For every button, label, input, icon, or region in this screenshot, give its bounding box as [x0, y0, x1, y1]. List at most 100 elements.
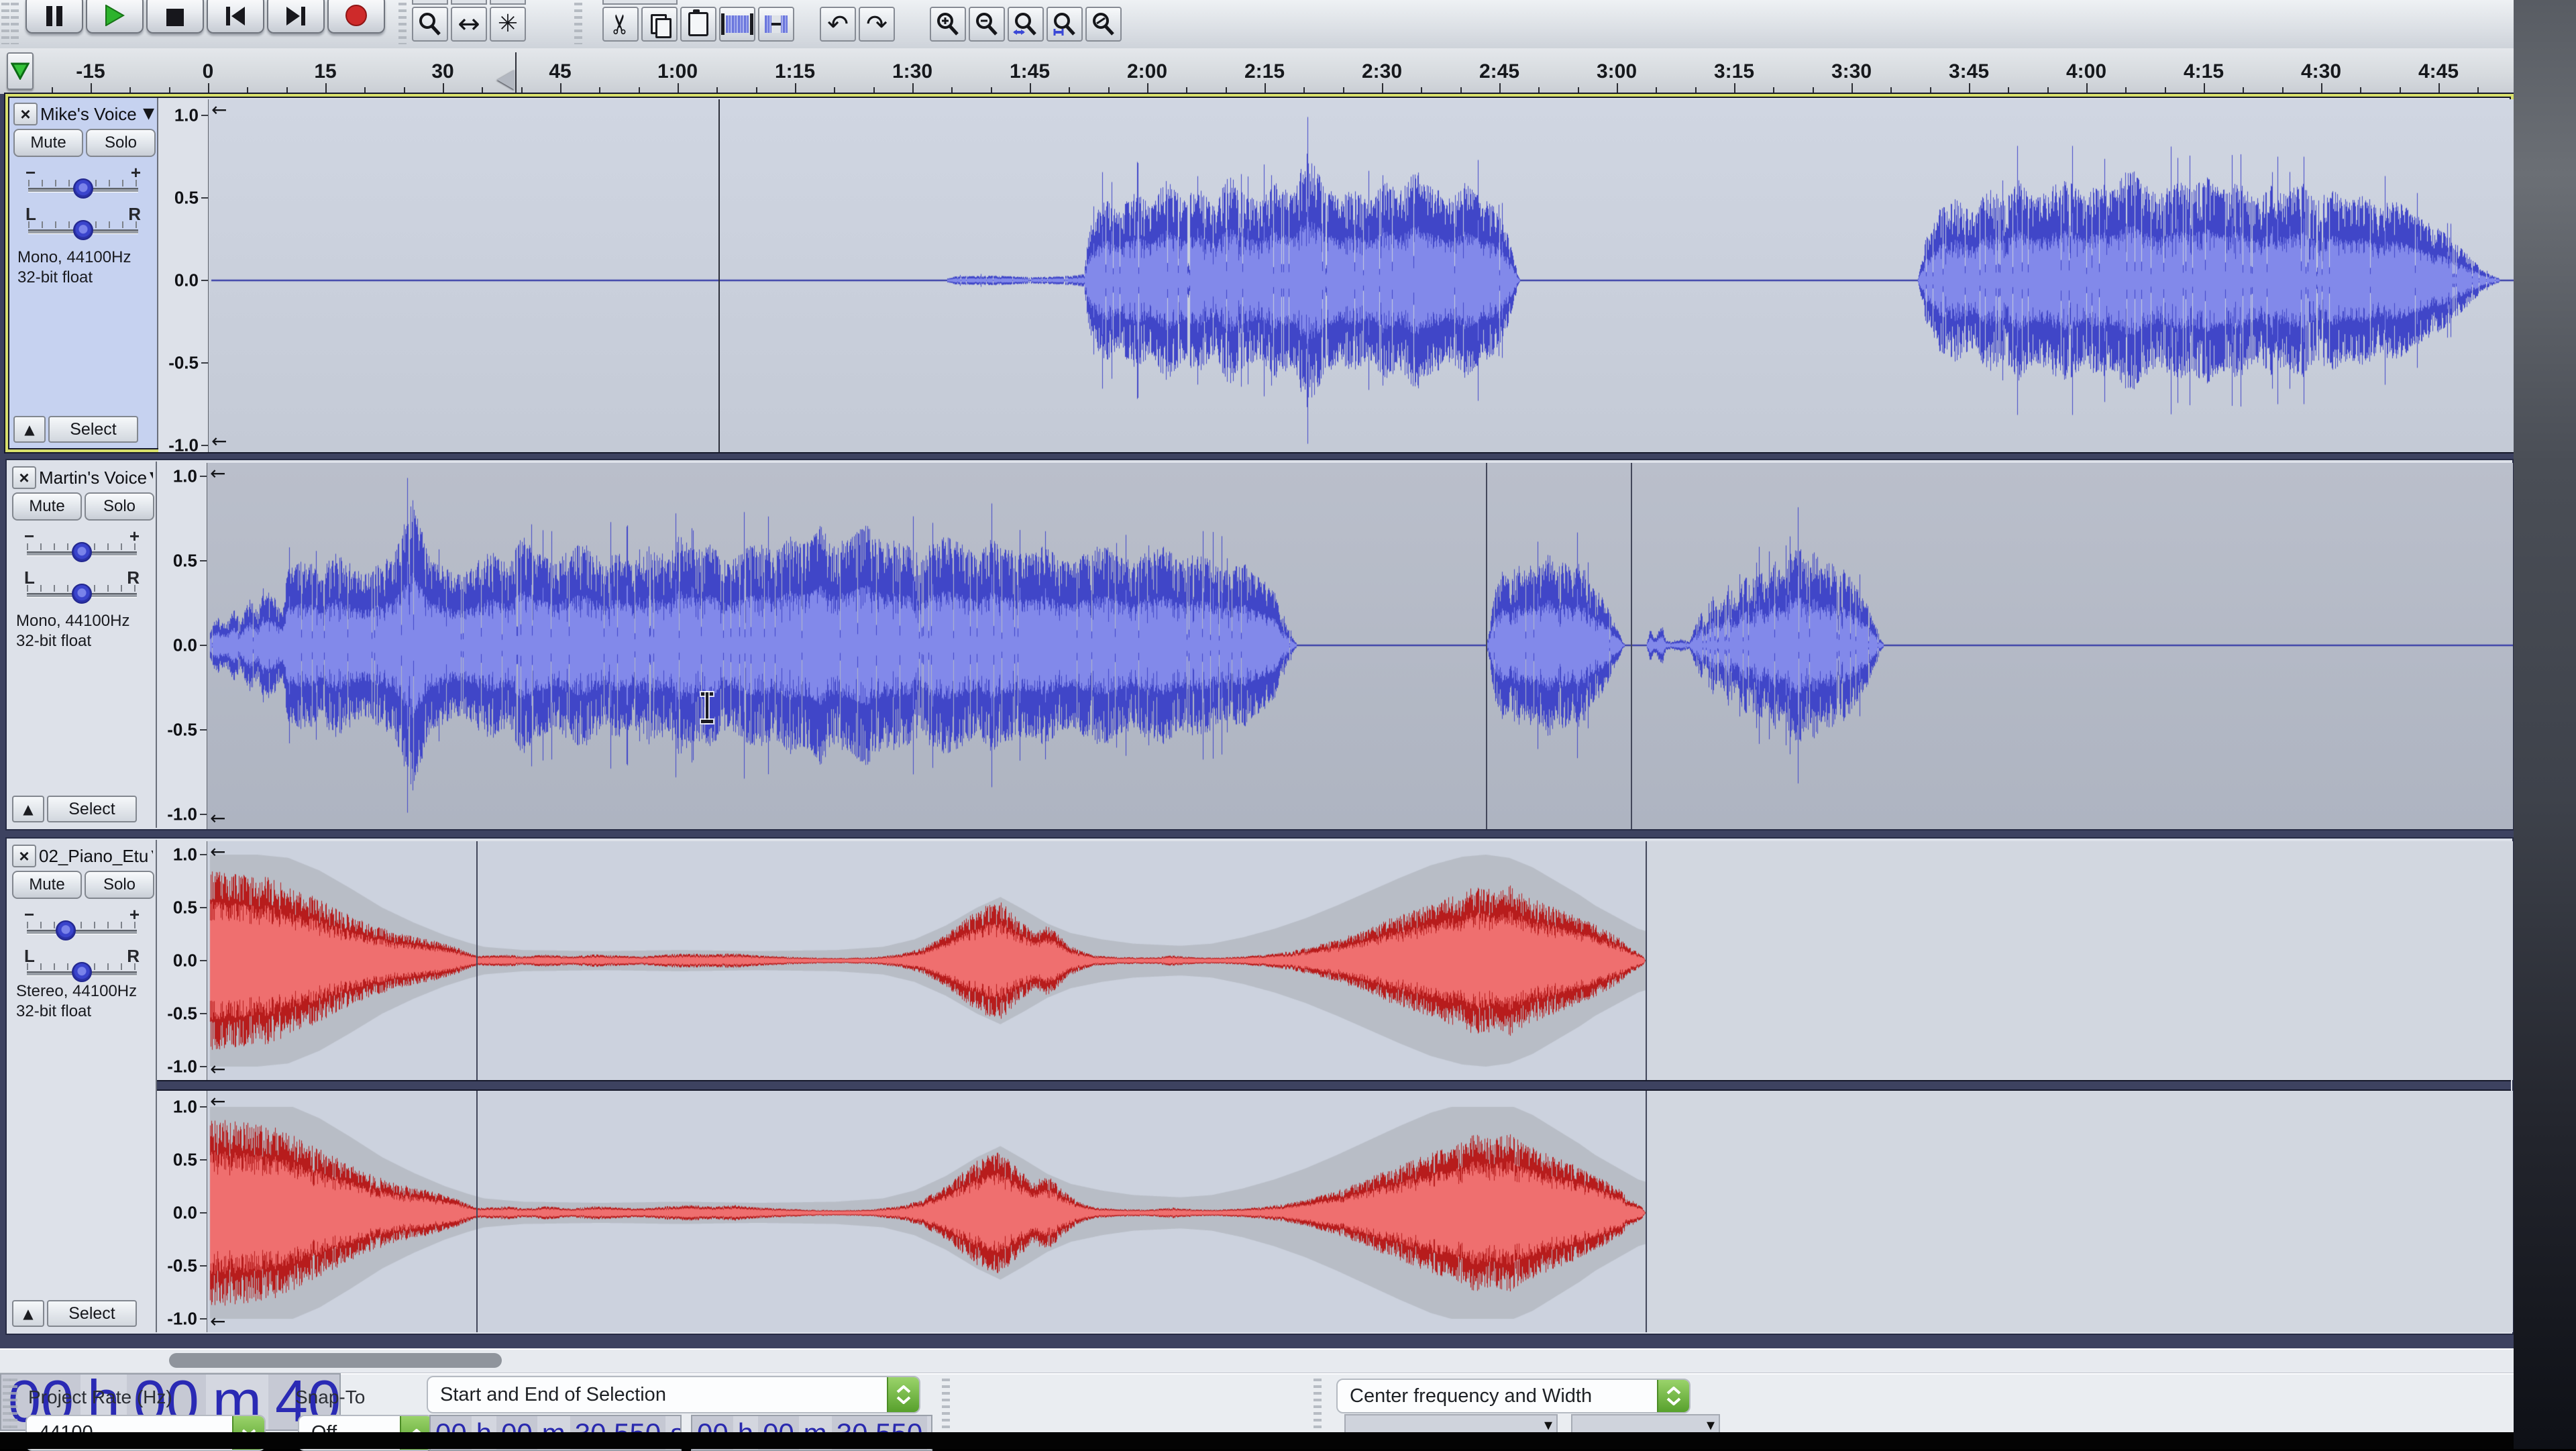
ruler-tick [639, 87, 640, 93]
collapse-track-button[interactable]: ▲ [12, 796, 44, 822]
clip-boundary[interactable] [1646, 1091, 1647, 1332]
waveform-area-right-channel[interactable]: ← ← [207, 1091, 2513, 1332]
dropdown-spinner-icon[interactable] [1657, 1380, 1689, 1412]
clip-boundary[interactable] [476, 841, 478, 1080]
ruler-time-label: 45 [549, 60, 571, 83]
track-title[interactable]: Martin's Voice▼ [39, 468, 153, 488]
fit-selection-button[interactable] [1008, 7, 1044, 42]
select-track-button[interactable]: Select [48, 416, 138, 443]
track-menu-dropdown-icon[interactable]: ▼ [151, 849, 153, 863]
redo-button[interactable]: ↷ [859, 7, 895, 42]
zoom-tool-button[interactable] [412, 7, 448, 42]
toolbar-button-cropped[interactable] [602, 0, 678, 5]
toolbar-grip[interactable] [398, 3, 407, 44]
pan-slider[interactable]: L R [25, 204, 141, 243]
undo-button[interactable]: ↶ [820, 7, 856, 42]
waveform-canvas[interactable] [207, 841, 2513, 1080]
time-shift-tool-button[interactable]: ↔ [451, 7, 487, 42]
playhead-marker-icon[interactable] [497, 70, 515, 90]
amplitude-tick [200, 1212, 207, 1214]
close-track-button[interactable]: × [12, 845, 36, 867]
gain-slider-thumb[interactable] [73, 178, 93, 199]
stop-button[interactable] [146, 0, 204, 34]
timeline-ruler[interactable]: -1501530451:001:151:301:452:002:152:302:… [0, 48, 2514, 95]
gain-slider-thumb[interactable] [56, 920, 76, 941]
track-title[interactable]: Mike's Voice▼ [40, 104, 154, 125]
ruler-time-label: 2:00 [1127, 60, 1167, 83]
waveform-canvas[interactable] [209, 99, 2514, 452]
close-track-button[interactable]: × [13, 103, 38, 125]
collapse-track-button[interactable]: ▲ [12, 1300, 44, 1327]
cut-button[interactable]: ✂ [602, 7, 639, 42]
waveform-area[interactable]: ← ← [208, 99, 2514, 452]
clip-boundary[interactable] [1486, 463, 1487, 829]
amplitude-label: 0.0 [173, 1203, 197, 1224]
amplitude-tick [200, 907, 207, 908]
close-track-button[interactable]: × [12, 466, 36, 489]
pan-slider[interactable]: L R [24, 568, 140, 606]
zoom-out-button[interactable] [969, 7, 1005, 42]
select-track-button[interactable]: Select [47, 1300, 137, 1327]
pan-slider-thumb[interactable] [73, 220, 93, 240]
gain-slider[interactable]: − + [24, 526, 140, 565]
skip-to-end-button[interactable] [267, 0, 325, 34]
timeline-pin-button[interactable] [7, 52, 34, 90]
track-piano-etude[interactable]: × 02_Piano_Etu▼ Mute Solo − + L R Stereo… [5, 837, 2514, 1335]
clip-boundary[interactable] [1646, 841, 1647, 1080]
pan-slider-thumb[interactable] [72, 962, 92, 982]
track-martins-voice[interactable]: × Martin's Voice▼ Mute Solo − + L R Mono… [5, 459, 2514, 830]
track-menu-dropdown-icon[interactable]: ▼ [150, 470, 153, 485]
solo-button[interactable]: Solo [85, 871, 154, 899]
pause-button[interactable] [25, 0, 83, 34]
clip-boundary[interactable] [1631, 463, 1632, 829]
pan-slider-thumb[interactable] [72, 584, 92, 604]
mute-button[interactable]: Mute [12, 871, 82, 899]
paste-button[interactable] [680, 7, 716, 42]
waveform-area-left-channel[interactable]: ← ← [207, 841, 2513, 1080]
selection-mode-dropdown[interactable]: Start and End of Selection [427, 1376, 920, 1413]
toolbar-grip[interactable] [1313, 1379, 1322, 1428]
waveform-canvas[interactable] [207, 1091, 2513, 1332]
waveform-area[interactable]: ← ← [207, 463, 2513, 829]
copy-button[interactable] [641, 7, 678, 42]
spectral-mode-dropdown[interactable]: Center frequency and Width [1336, 1379, 1690, 1413]
mute-button[interactable]: Mute [13, 129, 83, 157]
screen-bottom-edge [0, 1432, 2514, 1449]
tool-button-cropped[interactable] [490, 0, 526, 5]
pan-slider[interactable]: L R [24, 946, 140, 985]
zoom-in-button[interactable] [930, 7, 966, 42]
track-mikes-voice[interactable]: × Mike's Voice▼ Mute Solo − + L R Mono, … [5, 94, 2514, 452]
horizontal-scrollbar-thumb[interactable] [169, 1353, 502, 1368]
clip-boundary[interactable] [476, 1091, 478, 1332]
solo-button[interactable]: Solo [86, 129, 156, 157]
trim-audio-button[interactable] [719, 7, 755, 42]
gain-slider[interactable]: − + [24, 904, 140, 943]
track-title[interactable]: 02_Piano_Etu▼ [39, 846, 153, 867]
silence-audio-button[interactable] [758, 7, 794, 42]
gain-slider[interactable]: − + [25, 162, 141, 201]
dropdown-spinner-icon[interactable] [887, 1377, 919, 1412]
waveform-canvas[interactable] [207, 463, 2513, 829]
toolbar-grip[interactable] [942, 1379, 950, 1428]
mute-button[interactable]: Mute [12, 492, 82, 521]
skip-to-start-button[interactable] [207, 0, 264, 34]
toolbar-grip[interactable] [1, 3, 9, 44]
play-button[interactable] [86, 0, 144, 34]
amplitude-tick [200, 1106, 207, 1108]
tool-button-cropped[interactable] [412, 0, 448, 5]
fit-project-button[interactable] [1046, 7, 1083, 42]
tool-button-cropped[interactable] [451, 0, 487, 5]
select-track-button[interactable]: Select [47, 796, 137, 822]
toolbar-grip[interactable] [9, 1379, 17, 1428]
zoom-toggle-button[interactable] [1085, 7, 1122, 42]
track-menu-dropdown-icon[interactable]: ▼ [143, 107, 154, 121]
ruler-tick [795, 83, 796, 93]
toolbar-grip[interactable] [11, 3, 19, 44]
solo-button[interactable]: Solo [85, 492, 154, 521]
gain-slider-thumb[interactable] [72, 542, 92, 562]
collapse-track-button[interactable]: ▲ [13, 416, 46, 443]
ruler-time-label: 4:30 [2301, 60, 2341, 83]
record-button[interactable] [327, 0, 385, 34]
multi-tool-button[interactable]: ✳ [490, 7, 526, 42]
toolbar-grip[interactable] [574, 3, 582, 44]
